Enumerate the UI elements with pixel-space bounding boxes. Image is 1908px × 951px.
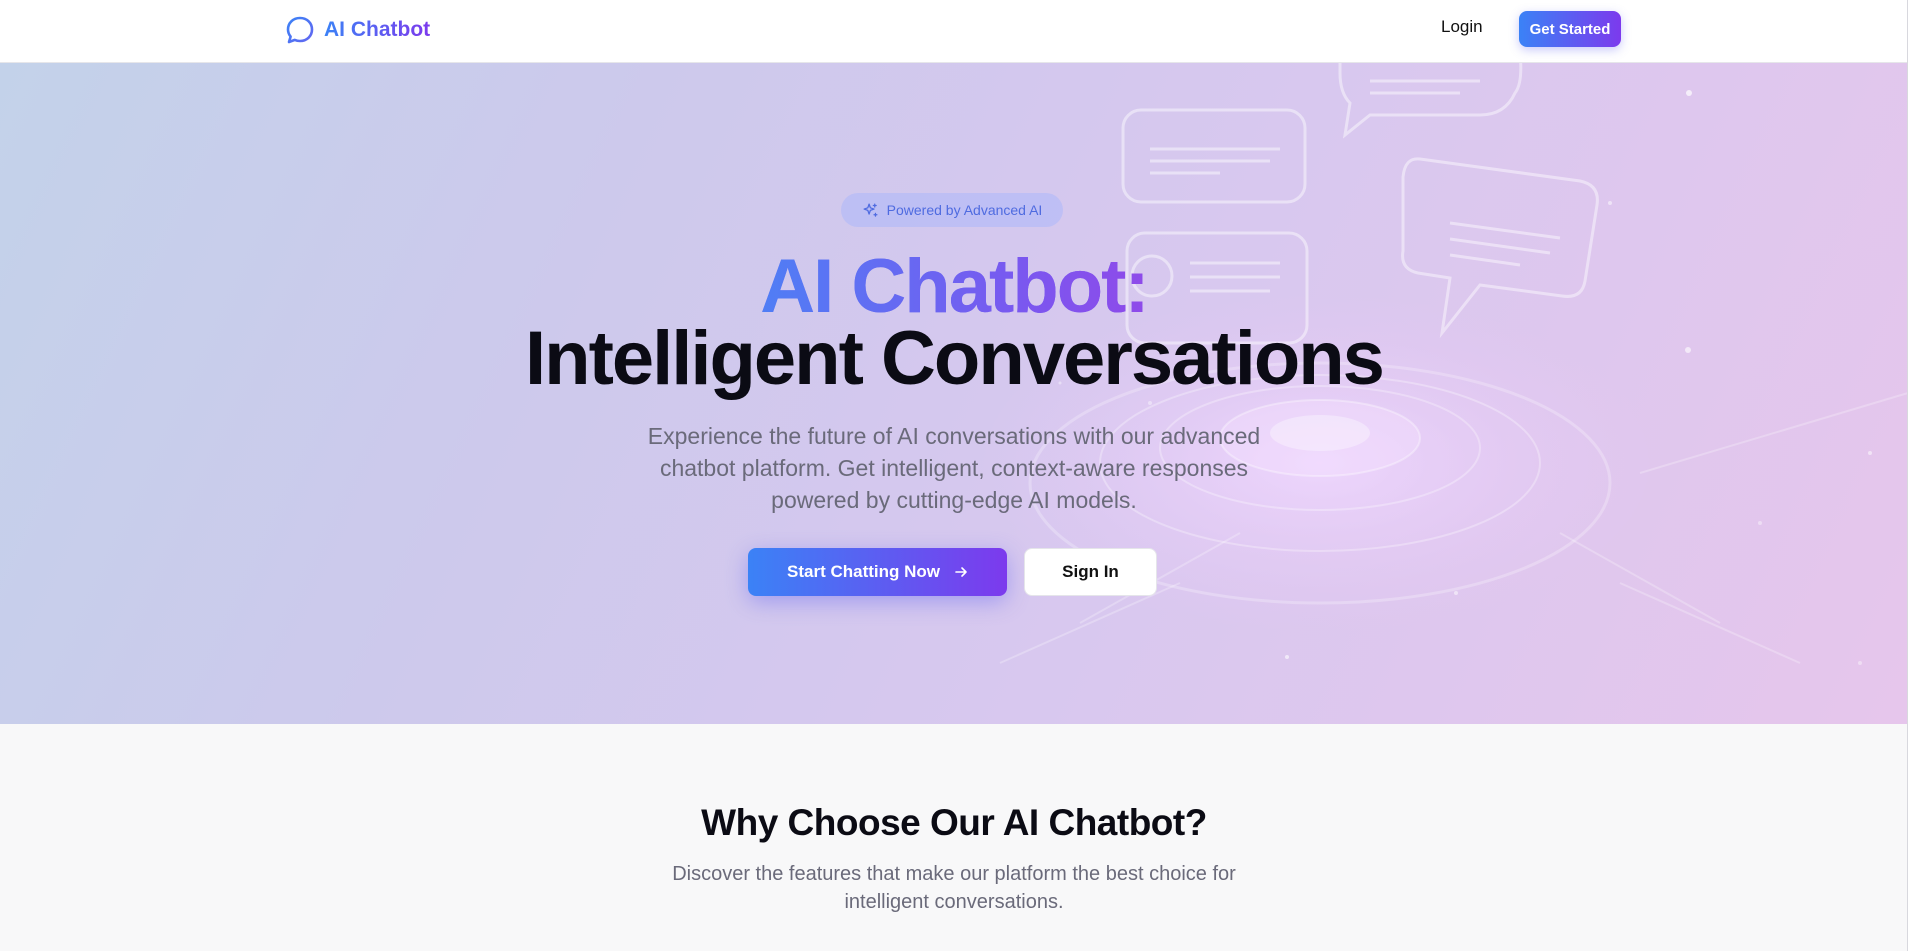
features-description: Discover the features that make our plat… [672, 863, 1236, 913]
hero-title-highlight: AI Chatbot: [0, 249, 1908, 325]
login-link[interactable]: Login [1441, 17, 1483, 37]
hero-description: Experience the future of AI conversation… [647, 423, 1261, 513]
brand-logo-link[interactable]: AI Chatbot [284, 14, 430, 46]
sign-in-button[interactable]: Sign In [1024, 548, 1157, 596]
sparkles-icon [863, 202, 878, 217]
features-title: Why Choose Our AI Chatbot? [701, 802, 1207, 843]
start-chatting-button[interactable]: Start Chatting Now [748, 548, 1007, 596]
hero-section: Powered by Advanced AI AI Chatbot: Intel… [0, 63, 1908, 724]
features-section: Why Choose Our AI Chatbot? Discover the … [0, 724, 1908, 951]
hero-title-line2: Intelligent Conversations [525, 316, 1385, 401]
start-chatting-label: Start Chatting Now [787, 562, 940, 581]
get-started-button[interactable]: Get Started [1519, 11, 1621, 47]
powered-by-badge: Powered by Advanced AI [841, 193, 1063, 227]
top-navbar: AI Chatbot Login Get Started [0, 0, 1908, 63]
brand-name: AI Chatbot [324, 18, 431, 41]
badge-label: Powered by Advanced AI [886, 202, 1043, 218]
message-circle-icon [286, 16, 314, 44]
arrow-right-icon [955, 567, 967, 577]
